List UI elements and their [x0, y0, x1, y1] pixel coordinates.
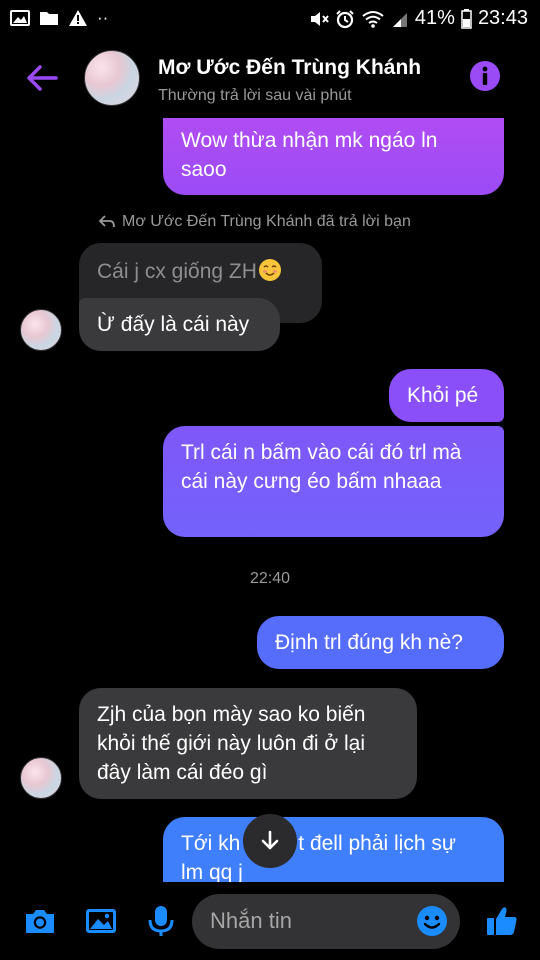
timestamp: 22:40	[249, 570, 291, 587]
emoji-picker-icon[interactable]	[416, 905, 448, 937]
status-time: 23:43	[477, 7, 528, 29]
contact-name[interactable]: Mơ Ước Đến Trùng Khánh	[158, 56, 421, 80]
folder-icon	[40, 12, 58, 25]
battery-percent: 41%	[414, 7, 455, 29]
message-received-2[interactable]: Zjh của bọn mày sao ko biến khỏi thế giớ…	[79, 688, 417, 799]
more-dots-icon: ··	[97, 8, 109, 27]
image-icon	[10, 10, 30, 26]
contact-avatar-small[interactable]	[20, 757, 62, 799]
message-text: Zjh của bọn mày sao ko biến khỏi thế giớ…	[97, 703, 366, 784]
contact-status: Thường trả lời sau vài phút	[158, 87, 352, 104]
message-received-1[interactable]: Ừ đấy là cái này	[79, 298, 280, 351]
mute-icon	[310, 11, 329, 26]
message-text-left: Tới kh	[181, 832, 241, 855]
status-bar: ·· 41% 23:43	[0, 0, 540, 36]
contact-avatar[interactable]	[84, 50, 140, 106]
message-text: Wow thừa nhận mk ngáo ln saoo	[181, 129, 438, 181]
message-input-placeholder[interactable]: Nhắn tin	[210, 908, 292, 934]
message-sent-2[interactable]: Khỏi pé	[389, 369, 504, 422]
warning-icon	[69, 10, 87, 26]
reply-note-text: Mơ Ước Đến Trùng Khánh đã trả lời bạn	[122, 213, 411, 230]
microphone-icon[interactable]	[143, 903, 179, 939]
thumbs-up-icon[interactable]	[484, 903, 520, 939]
reply-arrow-icon	[98, 215, 115, 228]
scroll-to-bottom-button[interactable]	[243, 814, 297, 868]
message-sent-3[interactable]: Trl cái n bấm vào cái đó trl mà cái này …	[163, 426, 504, 537]
message-text-right: t đell phải lịch sự	[298, 832, 456, 855]
info-icon[interactable]	[469, 60, 501, 92]
back-arrow-icon[interactable]	[22, 58, 62, 98]
message-sent-5[interactable]: Tới kh t đell phải lịch sự lm qq j	[163, 817, 504, 887]
alarm-icon	[336, 9, 354, 28]
message-text: Ừ đấy là cái này	[97, 313, 250, 336]
message-text: Định trl đúng kh nè?	[275, 631, 463, 654]
battery-icon	[461, 8, 472, 29]
quoted-text: Cái j cx giống ZH	[97, 260, 257, 283]
chat-header: Mơ Ước Đến Trùng Khánh Thường trả lời sa…	[0, 36, 540, 118]
gallery-icon[interactable]	[83, 903, 119, 939]
reply-note: Mơ Ước Đến Trùng Khánh đã trả lời bạn	[98, 213, 411, 231]
contact-avatar-small[interactable]	[20, 309, 62, 351]
message-text: Khỏi pé	[407, 384, 479, 407]
message-sent-1[interactable]: Wow thừa nhận mk ngáo ln saoo	[163, 118, 504, 195]
smiling-emoji-icon	[258, 259, 281, 281]
message-text: Trl cái n bấm vào cái đó trl mà cái này …	[181, 441, 462, 493]
signal-icon	[392, 12, 407, 27]
status-left-icons: ··	[10, 8, 108, 28]
status-right: 41% 23:43	[309, 7, 528, 30]
camera-icon[interactable]	[22, 903, 58, 939]
message-text-line2: lm qq j	[181, 861, 243, 884]
message-sent-4[interactable]: Định trl đúng kh nè?	[257, 616, 504, 669]
wifi-icon	[362, 10, 384, 28]
arrow-down-icon	[261, 830, 279, 850]
